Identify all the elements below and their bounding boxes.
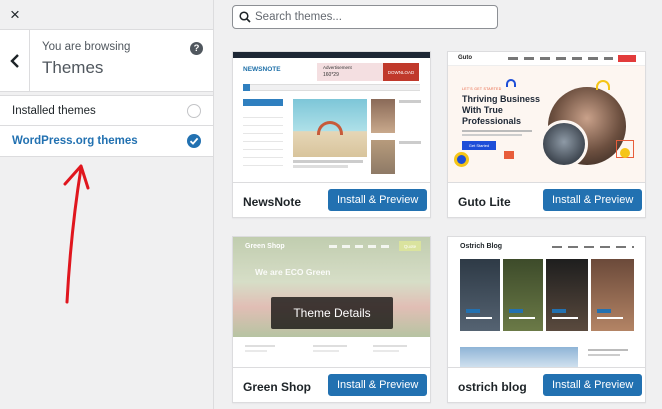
- theme-screenshot[interactable]: Green Shop Quote We are ECO Green Theme …: [233, 237, 430, 367]
- theme-name: Green Shop: [243, 380, 312, 394]
- sidebar-item-installed-themes[interactable]: Installed themes: [0, 95, 213, 126]
- theme-card-guto-lite[interactable]: Guto LET'S GET STARTED Thriving Business…: [447, 51, 646, 218]
- browsing-title: Themes: [42, 58, 104, 77]
- radio-checked-icon: [187, 134, 201, 148]
- install-preview-button[interactable]: Install & Preview: [543, 374, 643, 396]
- install-preview-button[interactable]: Install & Preview: [328, 374, 428, 396]
- preview-kicker: LET'S GET STARTED: [462, 87, 502, 91]
- theme-details-button[interactable]: Theme Details: [271, 297, 393, 329]
- theme-name: Guto Lite: [458, 195, 511, 209]
- close-button[interactable]: ×: [0, 0, 30, 30]
- install-preview-button[interactable]: Install & Preview: [328, 189, 428, 211]
- search-input[interactable]: [255, 11, 485, 23]
- install-preview-button[interactable]: Install & Preview: [543, 189, 643, 211]
- theme-card-ostrich-blog[interactable]: Ostrich Blog ostrich blog Install & Prev…: [447, 236, 646, 403]
- sidebar-item-wordpress-org-themes[interactable]: WordPress.org themes: [0, 126, 213, 157]
- sidebar-item-label: WordPress.org themes: [12, 135, 138, 147]
- check-icon: [189, 137, 199, 145]
- preview-cta: Get Started: [462, 141, 496, 150]
- back-button[interactable]: [0, 30, 30, 92]
- search-box[interactable]: [232, 5, 498, 29]
- themes-browser: NEWSNOTE Advertisement 160*29 DOWNLOAD N…: [214, 0, 662, 409]
- browsing-label: You are browsing: [42, 41, 131, 53]
- preview-ad-text: Advertisement: [323, 65, 352, 70]
- theme-card-footer: NewsNote Install & Preview: [233, 182, 430, 217]
- red-arrow-annotation: [63, 164, 90, 304]
- theme-name: NewsNote: [243, 195, 302, 209]
- radio-unchecked-icon: [187, 104, 201, 118]
- close-bar: ×: [0, 0, 213, 30]
- preview-headline-3: Professionals: [462, 116, 522, 126]
- preview-logo: Ostrich Blog: [460, 243, 503, 250]
- theme-name: ostrich blog: [458, 380, 527, 394]
- browse-header: You are browsing Themes ?: [0, 30, 213, 92]
- help-icon[interactable]: ?: [190, 42, 203, 55]
- sidebar-item-label: Installed themes: [12, 104, 96, 117]
- search-icon: [239, 11, 251, 23]
- theme-screenshot[interactable]: Guto LET'S GET STARTED Thriving Business…: [448, 52, 645, 182]
- preview-logo: Guto: [458, 55, 472, 61]
- customizer-sidebar: × You are browsing Themes ? Installed th…: [0, 0, 214, 409]
- theme-card-green-shop[interactable]: Green Shop Quote We are ECO Green Theme …: [232, 236, 431, 403]
- theme-card-footer: Guto Lite Install & Preview: [448, 182, 645, 217]
- theme-card-footer: ostrich blog Install & Preview: [448, 367, 645, 402]
- chevron-left-icon: [9, 54, 19, 68]
- theme-card-newsnote[interactable]: NEWSNOTE Advertisement 160*29 DOWNLOAD N…: [232, 51, 431, 218]
- preview-headline-1: Thriving Business: [462, 94, 541, 104]
- preview-logo: NEWSNOTE: [243, 66, 281, 73]
- preview-ad-button: DOWNLOAD: [383, 63, 419, 81]
- close-icon: ×: [10, 5, 20, 24]
- preview-ad-size: 160*29: [323, 72, 339, 78]
- theme-card-footer: Green Shop Install & Preview: [233, 367, 430, 402]
- theme-screenshot[interactable]: NEWSNOTE Advertisement 160*29 DOWNLOAD: [233, 52, 430, 182]
- preview-headline-2: With True: [462, 105, 503, 115]
- theme-screenshot[interactable]: Ostrich Blog: [448, 237, 645, 367]
